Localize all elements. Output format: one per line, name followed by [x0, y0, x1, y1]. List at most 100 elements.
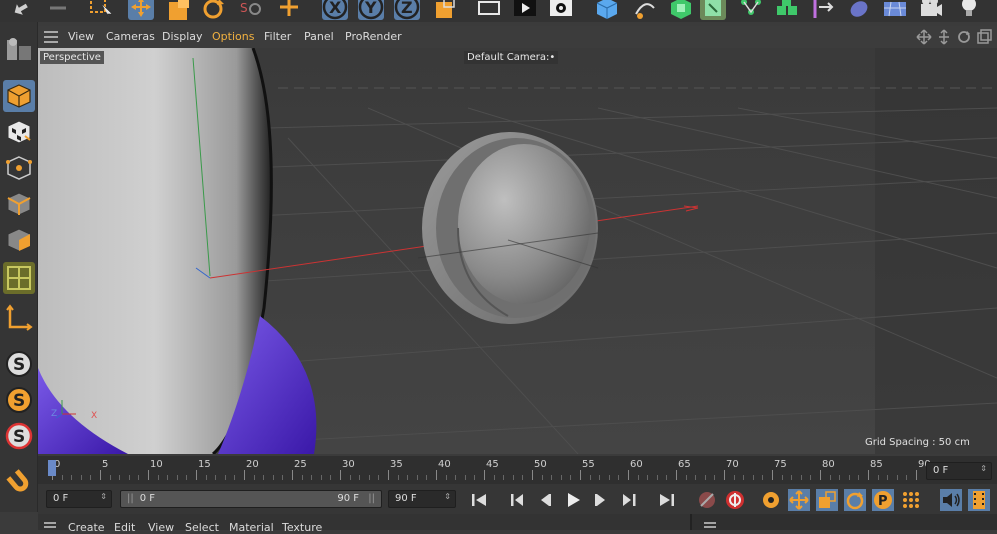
timeline-minor-tick: [551, 475, 553, 480]
timeline-tick-label: 45: [486, 459, 499, 470]
magnet-icon[interactable]: [3, 466, 35, 498]
menu-view[interactable]: View: [148, 521, 174, 534]
viewport[interactable]: Perspective Default Camera:• Z X Grid Sp…: [38, 48, 997, 454]
timeline-minor-tick: [512, 475, 514, 480]
timeline-minor-tick: [887, 475, 889, 480]
key-position-icon[interactable]: [788, 489, 810, 511]
redo-icon[interactable]: [46, 0, 72, 20]
rotate-view-icon[interactable]: [956, 29, 972, 45]
polygons-mode-icon[interactable]: [3, 224, 35, 256]
menu-view[interactable]: View: [68, 30, 94, 43]
make-editable-icon[interactable]: [3, 34, 35, 66]
menu-filter[interactable]: Filter: [264, 30, 291, 43]
menu-options[interactable]: Options: [212, 30, 254, 43]
coord-icon[interactable]: [432, 0, 458, 20]
rotate-icon[interactable]: [200, 0, 226, 20]
keyframe-settings-icon[interactable]: [760, 489, 782, 511]
render-settings-icon[interactable]: [548, 0, 574, 20]
axis-mode-icon[interactable]: [3, 302, 35, 334]
generator-icon[interactable]: [700, 0, 726, 20]
cloner-icon[interactable]: [774, 0, 800, 20]
menu-select[interactable]: Select: [185, 521, 219, 534]
z-axis-icon[interactable]: Z: [394, 0, 420, 20]
edges-mode-icon[interactable]: [3, 188, 35, 220]
pan-view-icon[interactable]: [916, 29, 932, 45]
timeline-tick: [340, 470, 341, 480]
timeline-minor-tick: [445, 475, 447, 480]
next-key-icon[interactable]: [618, 489, 640, 511]
maximize-view-icon[interactable]: [976, 29, 992, 45]
timeline-minor-tick: [733, 475, 735, 480]
go-to-start-icon[interactable]: [468, 489, 490, 511]
next-frame-icon[interactable]: [590, 489, 612, 511]
key-parameter-icon[interactable]: P: [872, 489, 894, 511]
workplane-icon[interactable]: S: [3, 420, 35, 452]
range-end-value: 90 F: [337, 493, 359, 504]
timeline-minor-tick: [416, 475, 418, 480]
scale-icon[interactable]: [166, 0, 192, 20]
menu-prorender[interactable]: ProRender: [345, 30, 402, 43]
uv-mode-icon[interactable]: [3, 262, 35, 294]
menu-texture[interactable]: Texture: [282, 521, 322, 534]
floor-icon[interactable]: [882, 0, 908, 20]
subdivision-icon[interactable]: [668, 0, 694, 20]
auto-key-icon[interactable]: [724, 489, 746, 511]
undo-icon[interactable]: [6, 0, 32, 20]
snap-settings-icon[interactable]: S: [3, 384, 35, 416]
range-handle-icon[interactable]: ||: [368, 493, 375, 504]
timeline-tick: [436, 470, 437, 480]
menu-material[interactable]: Material: [229, 521, 274, 534]
view-label[interactable]: Perspective: [40, 51, 104, 64]
deformer-icon[interactable]: [810, 0, 836, 20]
record-disabled-icon[interactable]: [696, 489, 718, 511]
select-icon[interactable]: [88, 0, 114, 20]
menu-create[interactable]: Create: [68, 521, 105, 534]
end-frame-field[interactable]: 90 F ⇕: [388, 490, 456, 508]
hamburger-icon[interactable]: [44, 521, 56, 530]
render-view-icon[interactable]: [512, 0, 538, 20]
pen-icon[interactable]: [632, 0, 658, 20]
add-icon[interactable]: [276, 0, 302, 20]
camera-label[interactable]: Default Camera:•: [464, 51, 559, 64]
range-handle-icon[interactable]: ||: [127, 493, 134, 504]
texture-mode-icon[interactable]: [3, 116, 35, 148]
points-mode-icon[interactable]: [3, 152, 35, 184]
snap-icon[interactable]: S: [3, 348, 35, 380]
menu-edit[interactable]: Edit: [114, 521, 135, 534]
sculpt-icon[interactable]: [846, 0, 872, 20]
viewport-menu-bar: View Cameras Display Options Filter Pane…: [38, 26, 997, 48]
light-icon[interactable]: [956, 0, 982, 20]
play-icon[interactable]: [562, 489, 584, 511]
sound-icon[interactable]: [940, 489, 962, 511]
start-frame-field[interactable]: 0 F ⇕: [46, 490, 112, 508]
film-icon[interactable]: [968, 489, 990, 511]
model-mode-icon[interactable]: [3, 80, 35, 112]
previous-frame-icon[interactable]: [534, 489, 556, 511]
frame-range-slider[interactable]: || 0 F 90 F ||: [120, 490, 382, 508]
viewport-scene[interactable]: [38, 48, 997, 454]
menu-display[interactable]: Display: [162, 30, 203, 43]
key-scale-icon[interactable]: [816, 489, 838, 511]
y-axis-icon[interactable]: Y: [358, 0, 384, 20]
move-icon[interactable]: [128, 0, 154, 20]
hamburger-icon[interactable]: [44, 31, 58, 43]
current-frame-field[interactable]: 0 F ⇕: [926, 462, 992, 480]
recent-icon[interactable]: S: [236, 0, 262, 20]
timeline-tick-label: 75: [774, 459, 787, 470]
dolly-view-icon[interactable]: [936, 29, 952, 45]
menu-panel[interactable]: Panel: [304, 30, 334, 43]
timeline-minor-tick: [71, 475, 73, 480]
x-axis-icon[interactable]: X: [322, 0, 348, 20]
key-rotation-icon[interactable]: [844, 489, 866, 511]
playhead[interactable]: [48, 460, 56, 476]
hamburger-icon[interactable]: [704, 521, 716, 530]
previous-key-icon[interactable]: [506, 489, 528, 511]
key-point-level-icon[interactable]: [900, 489, 922, 511]
render-region-icon[interactable]: [476, 0, 502, 20]
cube-icon[interactable]: [594, 0, 620, 20]
timeline-ruler[interactable]: 0 5 10 15 20 25 30 35 40 45 50 55 60 65 70 75 80 85 90 0 F…: [38, 456, 997, 484]
camera-icon[interactable]: [918, 0, 944, 20]
go-to-end-icon[interactable]: [656, 489, 678, 511]
menu-cameras[interactable]: Cameras: [106, 30, 155, 43]
array-icon[interactable]: [738, 0, 764, 20]
